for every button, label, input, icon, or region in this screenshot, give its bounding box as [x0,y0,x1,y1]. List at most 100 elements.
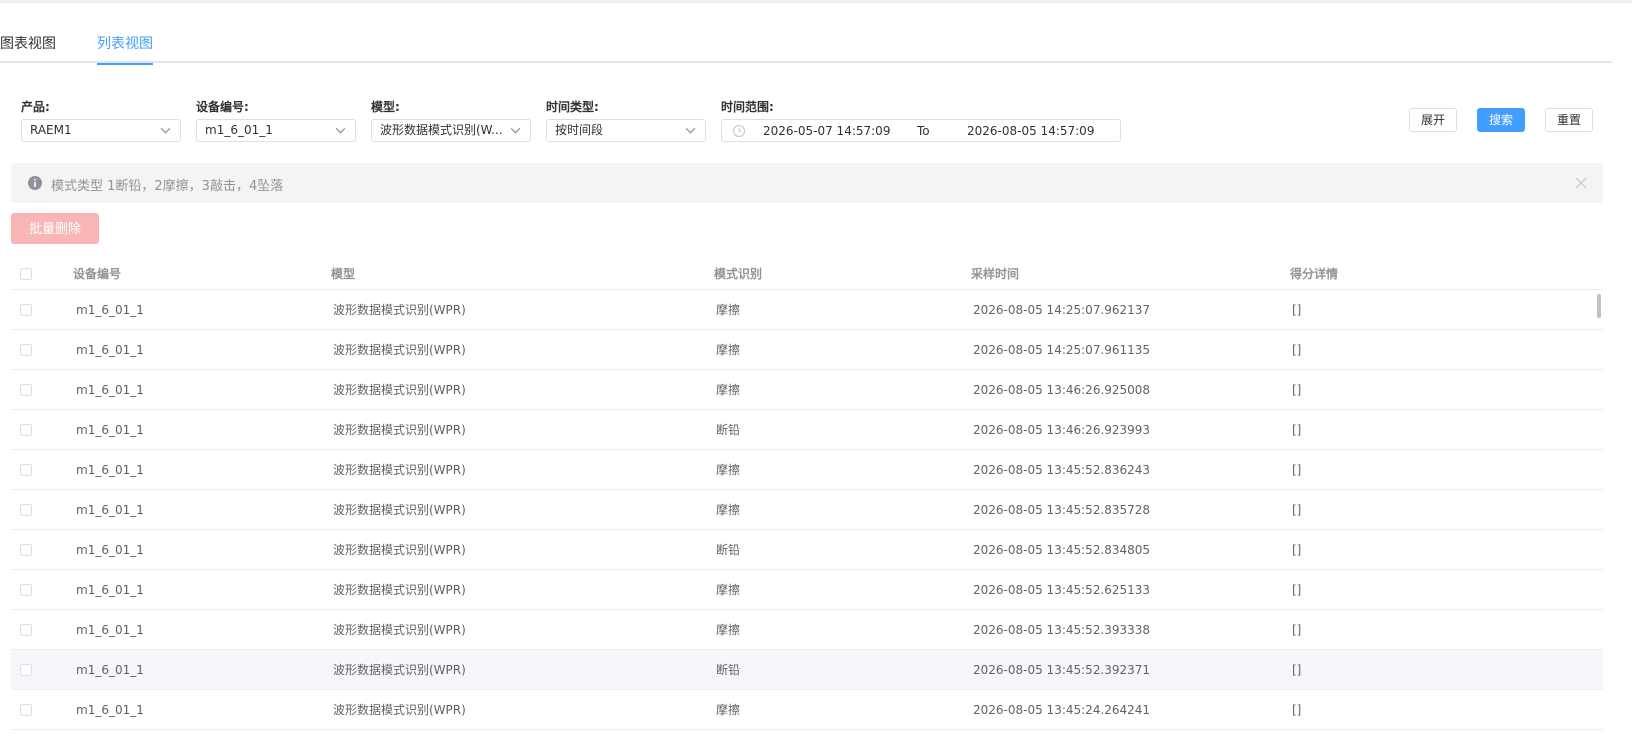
clock-icon [733,125,745,137]
table-row[interactable]: m1_6_01_1 波形数据模式识别(WPR) 摩擦 2026-08-05 13:45… [11,490,1603,530]
cell-sample-time: 2026-08-05 13:46:26.925008 [973,382,1151,397]
cell-device: m1_6_01_1 [76,462,144,477]
table-row[interactable]: m1_6_01_1 波形数据模式识别(WPR) 断铅 2026-08-05 13:45… [11,650,1603,690]
cell-mode: 断铅 [716,663,741,677]
table-row[interactable]: m1_6_01_1 波形数据模式识别(WPR) 摩擦 2026-08-05 13:45… [11,450,1603,490]
filter-device: 设备编号: m1_6_01_1 [196,98,356,142]
date-range-start[interactable]: 2026-05-07 14:57:09 [763,124,890,138]
time-range-label: 时间范围: [721,100,774,114]
cell-mode: 断铅 [716,423,741,437]
header-score-detail: 得分详情 [1290,267,1339,281]
cell-mode: 摩擦 [716,303,741,317]
cell-sample-time: 2026-08-05 13:45:24.264241 [973,702,1151,717]
date-range-end[interactable]: 2026-08-05 14:57:09 [967,124,1094,138]
cell-model: 波形数据模式识别(WPR) [333,303,466,317]
row-checkbox[interactable] [20,304,32,316]
info-alert: 模式类型 1断铅，2摩擦，3敲击，4坠落 [11,163,1603,203]
cell-mode: 摩擦 [716,583,741,597]
cell-sample-time: 2026-08-05 14:25:07.961135 [973,342,1151,357]
header-sample-time: 采样时间 [971,267,1020,281]
cell-model: 波形数据模式识别(WPR) [333,543,466,557]
cell-sample-time: 2026-08-05 13:46:26.923993 [973,422,1151,437]
table-row[interactable]: m1_6_01_1 波形数据模式识别(WPR) 摩擦 2026-08-05 13:45… [11,570,1603,610]
cell-model: 波形数据模式识别(WPR) [333,423,466,437]
chevron-down-icon [160,127,171,134]
row-checkbox[interactable] [20,424,32,436]
cell-score-detail: [] [1292,702,1302,717]
device-select[interactable]: m1_6_01_1 [196,119,356,142]
row-checkbox[interactable] [20,624,32,636]
cell-device: m1_6_01_1 [76,542,144,557]
device-select-value: m1_6_01_1 [205,123,273,137]
cell-mode: 摩擦 [716,383,741,397]
device-label: 设备编号: [196,100,249,114]
cell-sample-time: 2026-08-05 13:45:52.625133 [973,582,1151,597]
header-model: 模型 [331,267,356,281]
cell-device: m1_6_01_1 [76,582,144,597]
date-range-picker[interactable]: 2026-05-07 14:57:09 To 2026-08-05 14:57:… [721,119,1121,142]
product-select[interactable]: RAEM1 [21,119,181,142]
table-header: 设备编号 模型 模式识别 采样时间 得分详情 [11,258,1603,290]
row-checkbox[interactable] [20,384,32,396]
cell-model: 波形数据模式识别(WPR) [333,343,466,357]
cell-sample-time: 2026-08-05 13:45:52.393338 [973,622,1151,637]
row-checkbox[interactable] [20,584,32,596]
product-label: 产品: [21,100,50,114]
select-all-checkbox[interactable] [20,268,32,280]
close-icon[interactable] [1575,177,1587,189]
expand-button[interactable]: 展开 [1409,108,1457,132]
cell-mode: 摩擦 [716,703,741,717]
search-button[interactable]: 搜索 [1477,108,1525,132]
data-table: 设备编号 模型 模式识别 采样时间 得分详情 m1_6_01_1 波形数据模式识别… [11,258,1603,730]
cell-model: 波形数据模式识别(WPR) [333,463,466,477]
row-checkbox[interactable] [20,344,32,356]
cell-score-detail: [] [1292,502,1302,517]
cell-sample-time: 2026-08-05 13:45:52.836243 [973,462,1151,477]
table-row[interactable]: m1_6_01_1 波形数据模式识别(WPR) 断铅 2026-08-05 13:46… [11,410,1603,450]
tab-list-view[interactable]: 列表视图 [97,33,153,65]
cell-mode: 摩擦 [716,623,741,637]
filter-product: 产品: RAEM1 [21,98,181,142]
filter-time-type: 时间类型: 按时间段 [546,98,706,142]
cell-device: m1_6_01_1 [76,702,144,717]
row-checkbox[interactable] [20,504,32,516]
row-checkbox[interactable] [20,544,32,556]
cell-model: 波形数据模式识别(WPR) [333,583,466,597]
tab-chart-view[interactable]: 图表视图 [0,33,56,63]
table-scrollbar[interactable] [1597,294,1601,318]
table-row[interactable]: m1_6_01_1 波形数据模式识别(WPR) 摩擦 2026-08-05 13:45… [11,610,1603,650]
top-divider [0,0,1632,3]
info-icon [28,176,42,190]
cell-score-detail: [] [1292,662,1302,677]
cell-device: m1_6_01_1 [76,342,144,357]
row-checkbox[interactable] [20,664,32,676]
cell-sample-time: 2026-08-05 13:45:52.835728 [973,502,1151,517]
cell-model: 波形数据模式识别(WPR) [333,503,466,517]
cell-score-detail: [] [1292,422,1302,437]
table-row[interactable]: m1_6_01_1 波形数据模式识别(WPR) 摩擦 2026-08-05 14:25… [11,290,1603,330]
table-body: m1_6_01_1 波形数据模式识别(WPR) 摩擦 2026-08-05 14:25… [11,290,1603,730]
row-checkbox[interactable] [20,704,32,716]
filter-model: 模型: 波形数据模式识别(W... [371,98,531,142]
batch-delete-button[interactable]: 批量删除 [11,213,99,244]
time-type-select[interactable]: 按时间段 [546,119,706,142]
table-row[interactable]: m1_6_01_1 波形数据模式识别(WPR) 断铅 2026-08-05 13:45… [11,530,1603,570]
cell-score-detail: [] [1292,622,1302,637]
reset-button[interactable]: 重置 [1545,108,1593,132]
filter-time-range: 时间范围: 2026-05-07 14:57:09 To 2026-08-05 … [721,98,1121,142]
cell-score-detail: [] [1292,582,1302,597]
cell-score-detail: [] [1292,342,1302,357]
cell-device: m1_6_01_1 [76,302,144,317]
header-mode: 模式识别 [714,267,763,281]
cell-model: 波形数据模式识别(WPR) [333,623,466,637]
cell-mode: 摩擦 [716,343,741,357]
date-range-separator: To [917,124,930,138]
cell-mode: 断铅 [716,543,741,557]
table-row[interactable]: m1_6_01_1 波形数据模式识别(WPR) 摩擦 2026-08-05 13:46… [11,370,1603,410]
cell-score-detail: [] [1292,462,1302,477]
table-row[interactable]: m1_6_01_1 波形数据模式识别(WPR) 摩擦 2026-08-05 14:25… [11,330,1603,370]
cell-mode: 摩擦 [716,503,741,517]
row-checkbox[interactable] [20,464,32,476]
table-row[interactable]: m1_6_01_1 波形数据模式识别(WPR) 摩擦 2026-08-05 13:45… [11,690,1603,730]
model-select[interactable]: 波形数据模式识别(W... [371,119,531,142]
